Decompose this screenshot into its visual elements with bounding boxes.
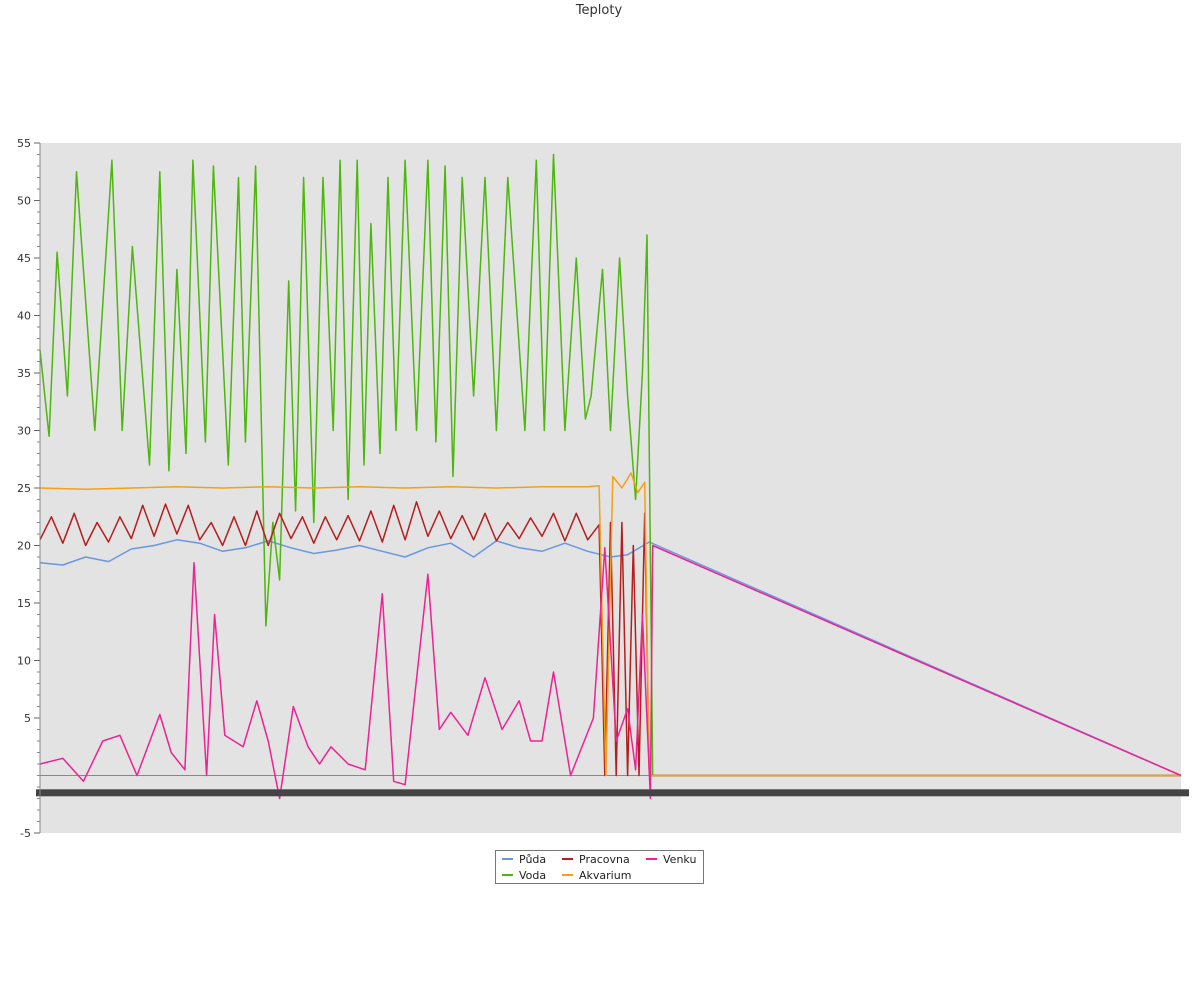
legend-label: Půda [519, 853, 547, 866]
y-tick-label: 45 [17, 252, 31, 265]
legend-label: Pracovna [579, 853, 630, 866]
y-tick-label: 30 [17, 425, 31, 438]
legend-item: Půda [502, 853, 546, 867]
legend-item: Pracovna [562, 853, 630, 867]
legend-item: Voda [502, 869, 546, 883]
y-tick-label: 55 [17, 137, 31, 150]
y-tick-label: 40 [17, 310, 31, 323]
legend-label: Venku [663, 853, 697, 866]
legend-item: Venku [646, 853, 696, 867]
legend-swatch [562, 858, 573, 860]
legend-swatch [646, 858, 657, 860]
y-tick-label: 25 [17, 482, 31, 495]
y-tick-label: 5 [24, 712, 31, 725]
y-tick-label: 35 [17, 367, 31, 380]
legend-label: Voda [519, 869, 547, 882]
legend-swatch [502, 874, 513, 876]
y-axis: -5 5 10 15 20 25 30 35 40 45 50 55 [17, 137, 40, 840]
legend-label: Akvarium [579, 869, 632, 882]
y-tick-label: -5 [20, 827, 31, 840]
legend: Půda Pracovna Venku Voda Akvarium [495, 850, 704, 884]
x-axis-bar [36, 789, 1189, 797]
legend-swatch [502, 858, 513, 860]
y-tick-label: 15 [17, 597, 31, 610]
legend-swatch [562, 874, 573, 876]
legend-item: Akvarium [562, 869, 631, 883]
y-tick-label: 20 [17, 540, 31, 553]
y-tick-label: 50 [17, 195, 31, 208]
y-tick-label: 10 [17, 655, 31, 668]
